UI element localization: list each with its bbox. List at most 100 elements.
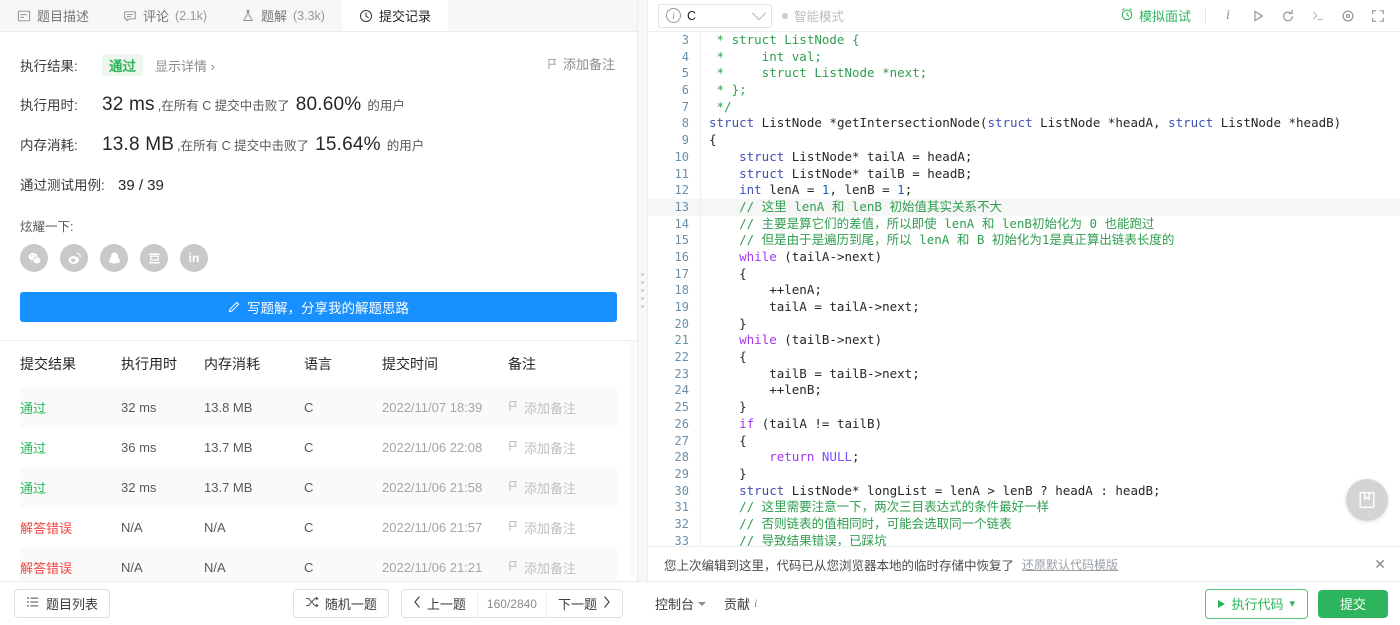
language-selector[interactable]: i C [658, 3, 772, 28]
code-text[interactable]: { [700, 132, 1400, 149]
code-text[interactable]: int lenA = 1, lenB = 1; [700, 182, 1400, 199]
code-line: 14 // 主要是算它们的差值，所以即使 lenA 和 lenB初始化为 0 也… [648, 215, 1400, 233]
code-text[interactable]: * struct ListNode { [700, 32, 1400, 49]
table-row[interactable]: 通过 32 ms 13.8 MB C 2022/11/07 18:39 添加备注 [20, 387, 617, 427]
status-dot-icon [782, 12, 788, 19]
list-icon [26, 595, 40, 612]
code-text[interactable]: * }; [700, 82, 1400, 99]
code-text[interactable]: // 这里需要注意一下，两次三目表达式的条件最好一样 [700, 499, 1400, 516]
code-text[interactable]: // 导致结果错误，已踩坑 [700, 532, 1400, 546]
tab-solutions[interactable]: 题解 (3.3k) [224, 0, 342, 31]
code-text[interactable]: { [700, 349, 1400, 366]
code-text[interactable]: if (tailA != tailB) [700, 415, 1400, 433]
table-row[interactable]: 解答错误 N/A N/A C 2022/11/06 21:57 添加备注 [20, 507, 617, 547]
code-text[interactable]: // 但是由于是遍历到尾，所以 lenA 和 B 初始化为1是真正算出链表长度的 [700, 232, 1400, 249]
submission-runtime: N/A [121, 559, 143, 575]
code-text[interactable]: { [700, 265, 1400, 283]
code-text[interactable]: while (tailB->next) [700, 332, 1400, 350]
add-note-button[interactable]: 添加备注 [508, 438, 617, 457]
memory-tail-b: 的用户 [386, 139, 425, 153]
tab-submissions[interactable]: 提交记录 [341, 0, 448, 31]
submission-language: C [304, 399, 314, 415]
submission-status[interactable]: 通过 [20, 481, 46, 496]
douban-icon[interactable] [140, 244, 168, 272]
code-text[interactable]: } [700, 315, 1400, 333]
code-text[interactable]: // 否则链表的值相同时，可能会选取同一个链表 [700, 515, 1400, 533]
code-content[interactable]: 3 * struct ListNode {4 * int val; 5 * str… [648, 32, 1400, 546]
add-note-button[interactable]: 添加备注 [508, 518, 617, 537]
code-text[interactable]: struct ListNode* tailA = headA; [700, 148, 1400, 166]
code-editor[interactable]: 3 * struct ListNode {4 * int val; 5 * str… [648, 32, 1400, 546]
runtime-label: 执行用时: [20, 98, 78, 113]
table-row[interactable]: 通过 32 ms 13.7 MB C 2022/11/06 21:58 添加备注 [20, 467, 617, 507]
settings-icon[interactable] [1340, 8, 1356, 24]
play-icon[interactable] [1250, 8, 1266, 24]
splitter-grip-icon [641, 273, 644, 308]
panel-splitter[interactable] [637, 0, 648, 581]
table-row[interactable]: 解答错误 N/A N/A C 2022/11/06 21:21 添加备注 [20, 547, 617, 581]
prev-problem-button[interactable]: 上一题 [402, 590, 477, 617]
tab-comments[interactable]: 评论 (2.1k) [106, 0, 224, 31]
code-text[interactable]: */ [700, 98, 1400, 116]
restore-template-link[interactable]: 还原默认代码模版 [1022, 556, 1118, 573]
random-problem-button[interactable]: 随机一题 [292, 589, 389, 618]
fullscreen-icon[interactable] [1370, 8, 1386, 24]
table-row[interactable]: 通过 36 ms 13.7 MB C 2022/11/06 22:08 添加备注 [20, 427, 617, 467]
code-text[interactable]: struct ListNode* tailB = headB; [700, 165, 1400, 183]
smart-mode-toggle[interactable]: 智能模式 [782, 6, 844, 25]
code-line: 19 tailA = tailA->next; [648, 299, 1400, 316]
code-text[interactable]: } [700, 465, 1400, 483]
code-text[interactable]: // 主要是算它们的差值，所以即使 lenA 和 lenB初始化为 0 也能跑过 [700, 215, 1400, 233]
description-icon [17, 9, 31, 23]
line-number: 9 [681, 133, 689, 148]
code-text[interactable]: tailB = tailB->next; [700, 365, 1400, 383]
add-note-button[interactable]: 添加备注 [508, 478, 617, 497]
code-text[interactable]: { [700, 432, 1400, 450]
add-note-button[interactable]: 添加备注 [508, 558, 617, 577]
contribute-button[interactable]: 贡献 i [724, 594, 757, 613]
submissions-table: 提交结果 执行用时 内存消耗 语言 提交时间 备注 通过 32 ms 13.8 MB… [0, 341, 637, 581]
reset-icon[interactable] [1280, 8, 1296, 24]
write-solution-button[interactable]: 写题解，分享我的解题思路 [20, 292, 617, 322]
show-detail-link[interactable]: 显示详情 › [155, 56, 215, 75]
tab-description[interactable]: 题目描述 [0, 0, 106, 31]
terminal-icon[interactable] [1310, 8, 1326, 24]
next-problem-button[interactable]: 下一题 [547, 590, 622, 617]
write-solution-label: 写题解，分享我的解题思路 [247, 301, 409, 316]
submission-status[interactable]: 通过 [20, 401, 46, 416]
submission-time: 2022/11/07 18:39 [382, 399, 483, 415]
problem-list-button[interactable]: 题目列表 [14, 589, 111, 618]
share-section: 炫耀一下: in [20, 216, 617, 272]
submission-status[interactable]: 解答错误 [20, 521, 72, 536]
code-text[interactable]: ++lenB; [700, 382, 1400, 400]
console-toggle[interactable]: 控制台 [655, 594, 707, 613]
info-icon[interactable]: i [1220, 8, 1236, 24]
qq-icon[interactable] [100, 244, 128, 272]
weibo-icon[interactable] [60, 244, 88, 272]
submission-status[interactable]: 通过 [20, 441, 46, 456]
close-icon[interactable]: ✕ [1374, 557, 1386, 571]
line-number: 3 [681, 33, 689, 47]
linkedin-icon[interactable]: in [180, 244, 208, 272]
submission-status[interactable]: 解答错误 [20, 561, 72, 576]
flag-icon [508, 440, 519, 455]
code-text[interactable]: struct ListNode* longList = lenA > lenB … [700, 482, 1400, 500]
submission-language: C [304, 519, 314, 535]
submit-button[interactable]: 提交 [1317, 589, 1388, 618]
code-text[interactable]: ++lenA; [700, 282, 1400, 299]
code-text[interactable]: while (tailA->next) [700, 248, 1400, 266]
add-note-button[interactable]: 添加备注 [547, 54, 615, 73]
wechat-icon[interactable] [20, 244, 48, 272]
code-text[interactable]: } [700, 399, 1400, 416]
code-text[interactable]: tailA = tailA->next; [700, 299, 1400, 316]
next-problem-label: 下一题 [557, 597, 597, 612]
book-icon[interactable] [1346, 479, 1388, 521]
code-text[interactable]: * int val; [700, 48, 1400, 66]
add-note-button[interactable]: 添加备注 [508, 398, 617, 417]
code-text[interactable]: return NULL; [700, 449, 1400, 466]
mock-interview-button[interactable]: 模拟面试 [1120, 6, 1191, 25]
code-text[interactable]: * struct ListNode *next; [700, 65, 1400, 83]
code-text[interactable]: // 这里 lenA 和 lenB 初始值其实关系不大 [700, 198, 1400, 216]
code-text[interactable]: struct ListNode *getIntersectionNode(str… [700, 115, 1400, 133]
run-code-button[interactable]: 执行代码 ▾ [1205, 588, 1308, 619]
